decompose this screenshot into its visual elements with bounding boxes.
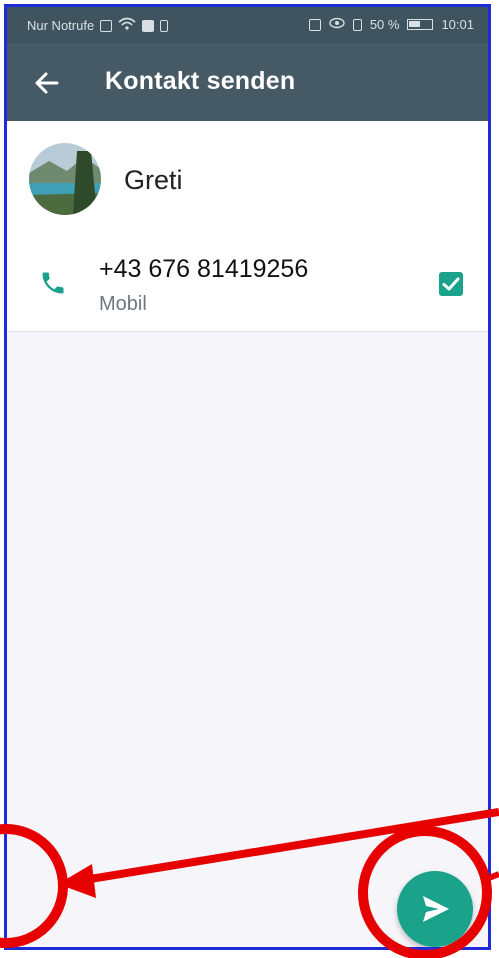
back-button[interactable] — [29, 65, 65, 101]
phone-checkbox[interactable] — [439, 272, 463, 296]
phone-icon — [39, 269, 67, 297]
send-icon — [423, 896, 449, 922]
battery-percent: 50 % — [369, 17, 400, 32]
avatar[interactable] — [29, 143, 101, 215]
check-icon — [442, 277, 460, 291]
phone-type: Mobil — [99, 293, 147, 315]
screen-frame: Nur Notrufe 50 % 10:01 Kontakt senden Gr… — [4, 4, 491, 950]
phone-number: +43 676 81419256 — [99, 255, 309, 283]
app-bar: Kontakt senden — [7, 43, 488, 121]
arrow-left-icon — [35, 72, 59, 94]
screen-record-icon — [142, 19, 155, 32]
sim-icon — [100, 19, 113, 32]
eye-icon — [329, 17, 345, 32]
cast-icon — [308, 18, 321, 31]
status-bar: Nur Notrufe 50 % 10:01 — [7, 7, 488, 43]
send-button[interactable] — [397, 871, 473, 947]
landscape-photo-avatar — [29, 143, 101, 215]
clock: 10:01 — [441, 17, 474, 32]
page-title: Kontakt senden — [105, 67, 296, 95]
contact-header: Greti — [7, 121, 488, 238]
contact-name: Greti — [124, 165, 183, 195]
battery-saver-icon — [160, 19, 169, 32]
phone-row[interactable]: +43 676 81419256 Mobil — [7, 237, 488, 332]
vibrate-icon — [352, 18, 362, 31]
status-right: 50 % 10:01 — [308, 17, 474, 32]
carrier-label: Nur Notrufe — [27, 18, 95, 33]
status-left: Nur Notrufe — [27, 17, 169, 34]
wifi-icon — [118, 17, 136, 34]
battery-icon — [407, 19, 434, 30]
